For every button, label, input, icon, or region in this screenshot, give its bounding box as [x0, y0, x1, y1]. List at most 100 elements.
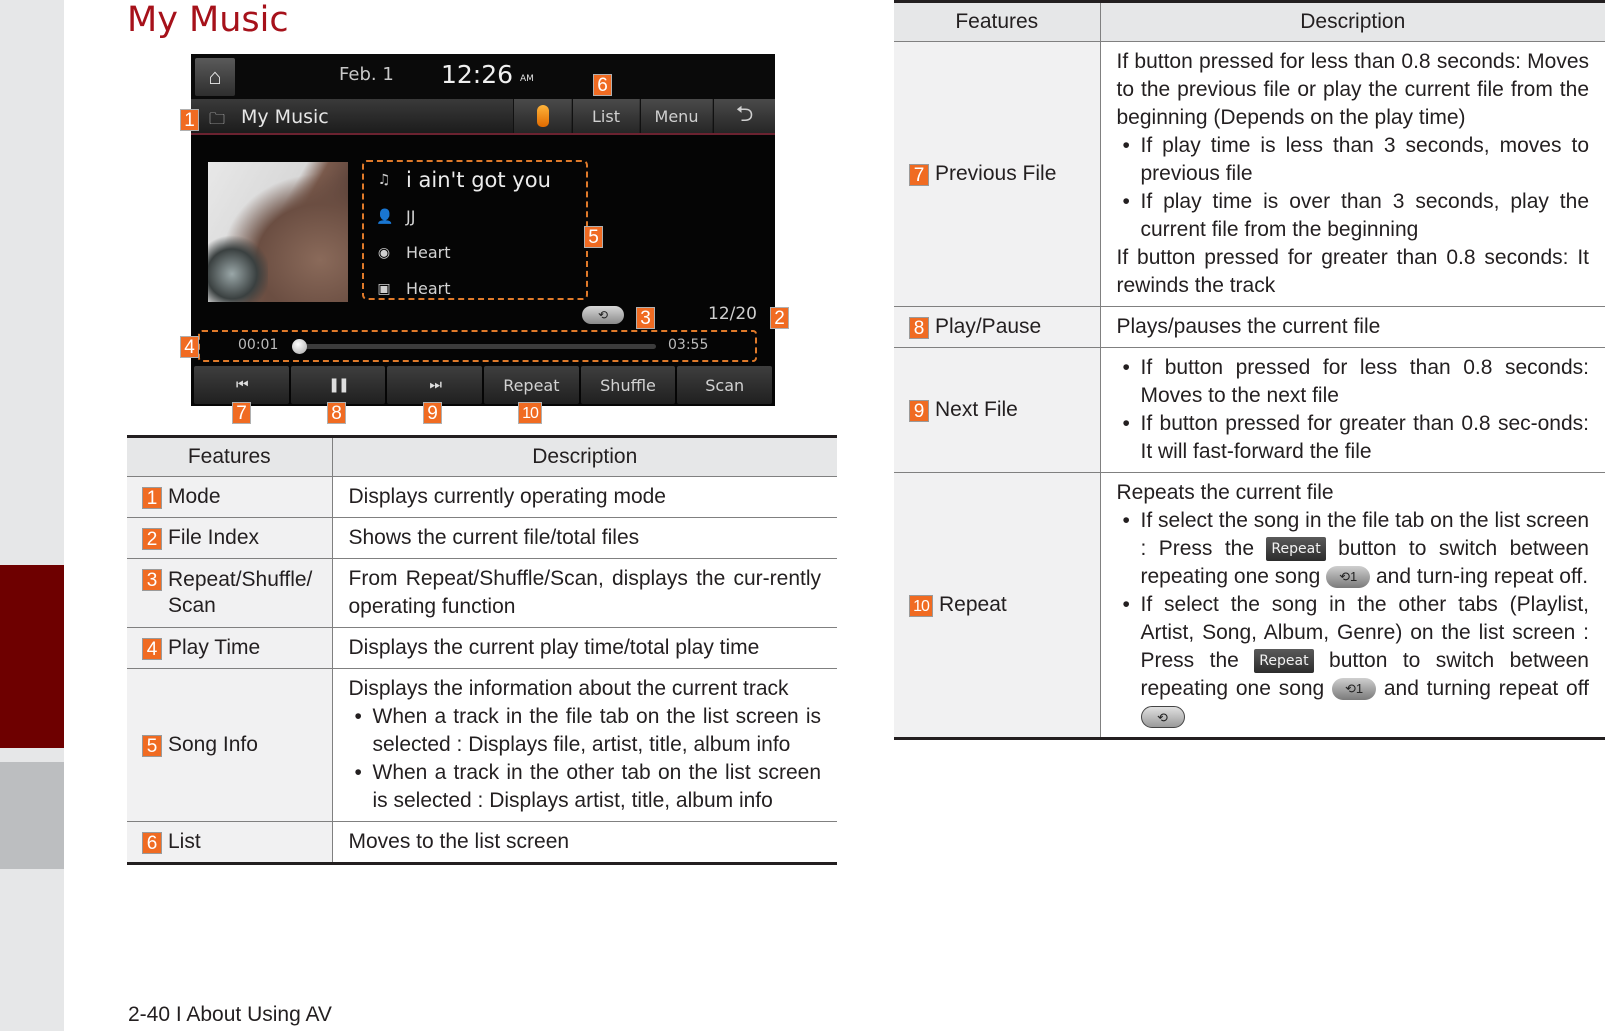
repeat-button[interactable]: Repeat — [484, 366, 579, 404]
feature-name: Play Time — [168, 636, 261, 659]
repeat-one-indicator-icon: ⟲ — [582, 306, 624, 324]
callout-1: 1 — [180, 109, 199, 131]
inline-repeat-button-icon: Repeat — [1254, 649, 1314, 674]
description-header: Description — [332, 436, 837, 477]
progress-knob[interactable] — [292, 339, 308, 354]
home-icon: ⌂ — [208, 64, 222, 89]
home-button[interactable]: ⌂ — [195, 58, 235, 96]
bullet-item: If select the song in the other tabs (Pl… — [1117, 591, 1589, 731]
clock-time: 12:26 — [441, 60, 514, 89]
file-icon: ▣ — [377, 280, 391, 297]
feature-name: Repeat/Shuffle/ Scan — [168, 568, 313, 617]
feature-number: 6 — [142, 832, 162, 854]
song-info-box: ♫ i ain't got you 👤 JJ ◉ Heart ▣ Heart — [362, 160, 588, 300]
mode-label: My Music — [241, 106, 329, 128]
table-row: 2 File Index Shows the current file/total… — [127, 517, 837, 559]
mode-bar: 🗀 My Music List Menu ⮌ — [191, 99, 775, 135]
table-row: 9 Next File If button pressed for less th… — [894, 347, 1605, 473]
feature-number: 3 — [142, 569, 162, 591]
table-row: 6 List Moves to the list screen — [127, 821, 837, 865]
features-table-left: Features Description 1 Mode Displays curr… — [127, 435, 837, 865]
feature-name: Mode — [168, 485, 221, 508]
music-note-icon: ♫ — [377, 172, 391, 188]
previous-button[interactable]: ⏮ — [194, 366, 289, 404]
feature-number: 5 — [142, 735, 162, 757]
pause-button[interactable]: ❚❚ — [290, 366, 386, 404]
feature-description: Displays the current play time/total pla… — [332, 627, 837, 669]
bullet-list: If play time is less than 3 seconds, mov… — [1117, 132, 1589, 244]
clock-ampm: AM — [520, 74, 534, 84]
feature-number: 7 — [909, 164, 929, 186]
music-folder-icon: 🗀 — [209, 111, 226, 128]
head-unit-screen: ⌂ Feb. 1 12:26 AM 🗀 My Music List Menu ⮌… — [191, 54, 775, 406]
repeat-one-icon: ⟲1 — [1326, 566, 1371, 589]
feature-description: Repeats the current file — [1116, 481, 1334, 504]
back-button[interactable]: ⮌ — [713, 99, 775, 133]
bullet-item: When a track in the other tab on the lis… — [349, 759, 821, 815]
feature-description: Shows the current file/total files — [332, 517, 837, 559]
feature-name: Next File — [935, 398, 1018, 421]
menu-button[interactable]: Menu — [640, 99, 712, 133]
feature-description: Moves to the list screen — [332, 821, 837, 865]
features-header: Features — [127, 436, 333, 477]
time-total: 03:55 — [668, 337, 709, 353]
feature-description: Plays/pauses the current file — [1100, 306, 1605, 348]
time-current: 00:01 — [238, 337, 279, 353]
feature-name: List — [168, 830, 201, 853]
page-title: My Music — [127, 0, 289, 40]
callout-6: 6 — [593, 74, 612, 96]
description-header: Description — [1100, 1, 1605, 42]
bullet-text: and turning repeat off — [1383, 677, 1589, 700]
previous-icon: ⏮ — [236, 377, 249, 393]
progress-track[interactable] — [292, 339, 656, 354]
song-artist: JJ — [406, 207, 416, 226]
artist-icon: 👤 — [376, 208, 394, 225]
table-row: 4 Play Time Displays the current play tim… — [127, 627, 837, 669]
table-header-row: Features Description — [127, 436, 837, 477]
song-title: i ain't got you — [406, 168, 551, 192]
album-art — [208, 162, 348, 302]
callout-9: 9 — [423, 402, 442, 424]
next-button[interactable]: ⏭ — [387, 366, 483, 404]
callout-2: 2 — [770, 307, 789, 329]
file-row: ▣ Heart — [376, 279, 450, 298]
feature-description-extra: If button pressed for greater than 0.8 s… — [1116, 246, 1590, 297]
media-source-button[interactable] — [513, 99, 571, 133]
album-row: ◉ Heart — [376, 243, 451, 262]
callout-7: 7 — [232, 402, 251, 424]
feature-name: Repeat — [939, 593, 1007, 616]
table-row: 10 Repeat Repeats the current file If sel… — [894, 472, 1605, 740]
bullet-text: and turn-ing repeat off. — [1376, 565, 1589, 588]
features-header: Features — [894, 1, 1101, 42]
shuffle-button[interactable]: Shuffle — [580, 366, 676, 404]
chapter-tab-active — [0, 565, 64, 748]
callout-10: 10 — [518, 402, 542, 424]
album-disc-icon: ◉ — [377, 244, 391, 261]
bullet-item: If button pressed for greater than 0.8 s… — [1117, 410, 1589, 466]
repeat-off-icon: ⟲ — [1140, 706, 1185, 729]
song-title-row: ♫ i ain't got you — [376, 168, 551, 192]
next-icon: ⏭ — [429, 377, 442, 393]
page-footer: 2-40 I About Using AV — [128, 1003, 332, 1026]
control-bar: ⏮ ❚❚ ⏭ Repeat Shuffle Scan — [191, 366, 775, 406]
song-album: Heart — [406, 243, 451, 262]
feature-name: Song Info — [168, 733, 258, 756]
table-row: 3 Repeat/Shuffle/ Scan From Repeat/Shuffl… — [127, 558, 837, 628]
bullet-item: If play time is over than 3 seconds, pla… — [1117, 188, 1589, 244]
table-row: 8 Play/Pause Plays/pauses the current fil… — [894, 306, 1605, 348]
feature-description: If button pressed for less than 0.8 seco… — [1116, 50, 1590, 129]
pause-icon: ❚❚ — [328, 377, 350, 393]
callout-4: 4 — [180, 336, 199, 358]
feature-description: Displays the information about the curre… — [348, 677, 789, 700]
bullet-item: If select the song in the file tab on th… — [1117, 507, 1589, 591]
callout-8: 8 — [327, 402, 346, 424]
table-header-row: Features Description — [894, 1, 1605, 42]
bullet-list: When a track in the file tab on the list… — [349, 703, 821, 815]
clock-date: Feb. 1 — [339, 64, 394, 85]
list-button[interactable]: List — [572, 99, 639, 133]
back-arrow-icon: ⮌ — [735, 102, 754, 127]
feature-number: 1 — [142, 487, 162, 509]
feature-number: 9 — [909, 400, 929, 422]
scan-button[interactable]: Scan — [677, 366, 773, 404]
flame-icon — [536, 105, 549, 127]
